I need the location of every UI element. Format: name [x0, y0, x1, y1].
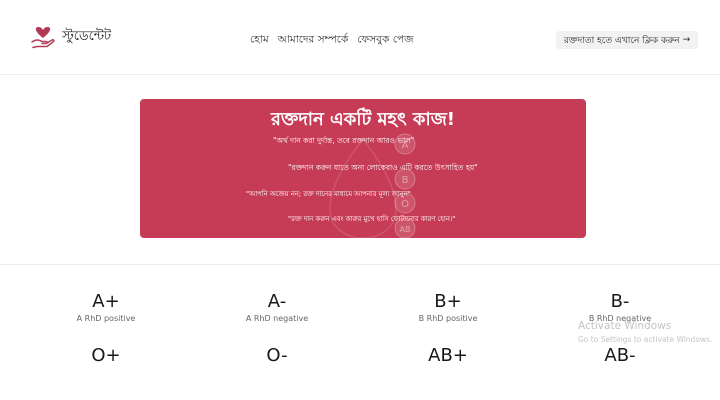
- activation-subtitle: Go to Settings to activate Windows.: [578, 335, 713, 344]
- blood-type-label: O-: [266, 345, 288, 366]
- brand-name: স্টুডেন্টেট: [62, 28, 112, 44]
- blood-type-label: A-: [267, 291, 287, 312]
- blood-type-description: A RhD negative: [245, 314, 309, 323]
- windows-activation-watermark: Activate Windows Go to Settings to activ…: [578, 320, 712, 344]
- blood-type-description: B RhD positive: [418, 314, 478, 323]
- blood-type-label: B+: [434, 291, 462, 312]
- donor-signup-button[interactable]: রক্তদাতা হতে এখানে ক্লিক করুন →: [556, 31, 698, 49]
- activation-title: Activate Windows: [578, 320, 672, 332]
- watermark-letter: O: [401, 199, 409, 210]
- hero-quote: "রক্ত দান করুন এবং কারুর মুখে হাসি ফোটান…: [288, 215, 456, 223]
- hero-quote: "রক্তদান করুন যাতে অন্য লোকেরাও এটি করতে…: [288, 163, 478, 172]
- blood-type-card: O+: [36, 346, 176, 366]
- section-divider: [0, 264, 720, 265]
- blood-type-card: O-: [207, 346, 347, 366]
- blood-type-card: AB-: [550, 346, 690, 366]
- hero-banner: A B O AB রক্তদান একটি মহৎ কাজ! "অর্থ দান…: [140, 99, 586, 238]
- blood-type-label: A+: [92, 291, 120, 312]
- hero-quote: "অর্থ দান করা দুর্দান্ত, তবে রক্তদান আরও…: [273, 136, 415, 145]
- heart-hand-icon: [31, 27, 55, 49]
- blood-type-card: A- A RhD negative: [207, 291, 347, 324]
- nav-links: হোম আমাদের সম্পর্কে ফেসবুক পেজ: [250, 33, 413, 50]
- blood-type-card: A+ A RhD positive: [36, 291, 176, 324]
- blood-type-label: AB-: [604, 345, 636, 366]
- navbar: স্টুডেন্টেট হোম আমাদের সম্পর্কে ফেসবুক প…: [0, 0, 720, 75]
- hero-quote: "আপনি অজেয় নন; রক্ত দানের মাধ্যমে আপনার…: [246, 190, 411, 198]
- blood-type-label: O+: [91, 345, 121, 366]
- brand[interactable]: স্টুডেন্টেট: [30, 25, 111, 49]
- nav-link-facebook[interactable]: ফেসবুক পেজ: [357, 33, 413, 50]
- blood-type-description: A RhD positive: [76, 314, 136, 323]
- nav-link-home[interactable]: হোম: [250, 33, 269, 50]
- nav-link-about[interactable]: আমাদের সম্পর্কে: [278, 33, 349, 50]
- cta-label: রক্তদাতা হতে এখানে ক্লিক করুন: [563, 35, 680, 46]
- hero-title: রক্তদান একটি মহৎ কাজ!: [270, 109, 456, 130]
- watermark-letter: AB: [400, 225, 411, 234]
- blood-type-card: AB+: [378, 346, 518, 366]
- blood-type-label: B-: [610, 291, 630, 312]
- blood-type-card: B+ B RhD positive: [378, 291, 518, 324]
- blood-type-card: B- B RhD negative: [550, 291, 690, 324]
- blood-type-label: AB+: [428, 345, 468, 366]
- watermark-letter: B: [402, 175, 409, 186]
- arrow-right-icon: →: [682, 35, 691, 45]
